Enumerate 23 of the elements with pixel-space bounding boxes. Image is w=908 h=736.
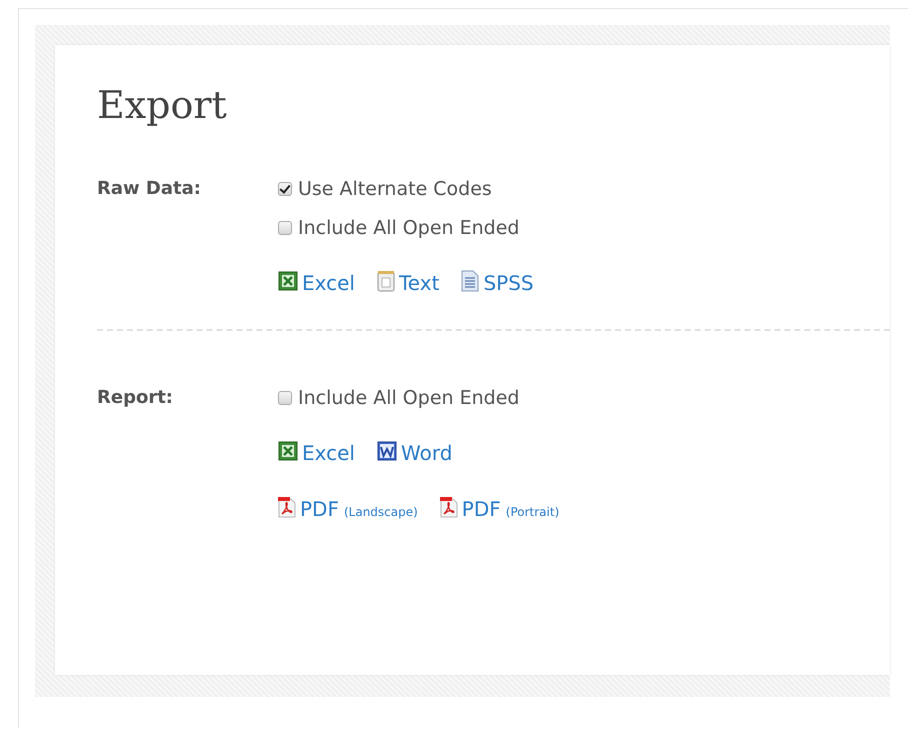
checkbox[interactable] bbox=[278, 220, 292, 234]
document-icon bbox=[461, 270, 480, 292]
section-label: Report: bbox=[97, 386, 174, 410]
export-link[interactable]: PDF (Landscape) bbox=[300, 497, 418, 521]
word-document-icon bbox=[376, 441, 397, 461]
export-link[interactable]: Excel bbox=[302, 271, 355, 295]
checkbox[interactable] bbox=[278, 182, 292, 196]
checkbox-label: Include All Open Ended bbox=[298, 216, 520, 238]
checkbox-label: Use Alternate Codes bbox=[298, 178, 492, 200]
export-link[interactable]: Text bbox=[398, 271, 440, 295]
panel-title: Export bbox=[97, 83, 228, 127]
checkbox[interactable] bbox=[278, 390, 292, 404]
export-link[interactable]: SPSS bbox=[483, 271, 534, 295]
checkbox-label: Include All Open Ended bbox=[298, 386, 520, 408]
document-icon bbox=[376, 270, 395, 292]
spreadsheet-icon bbox=[278, 271, 298, 291]
export-link[interactable]: Excel bbox=[302, 441, 355, 465]
spreadsheet-icon bbox=[278, 441, 298, 461]
export-link[interactable]: PDF (Portrait) bbox=[462, 497, 560, 521]
pdf-icon bbox=[440, 496, 458, 518]
export-link[interactable]: Word bbox=[400, 441, 452, 465]
section-label: Raw Data: bbox=[97, 177, 202, 201]
pdf-icon bbox=[278, 496, 296, 518]
